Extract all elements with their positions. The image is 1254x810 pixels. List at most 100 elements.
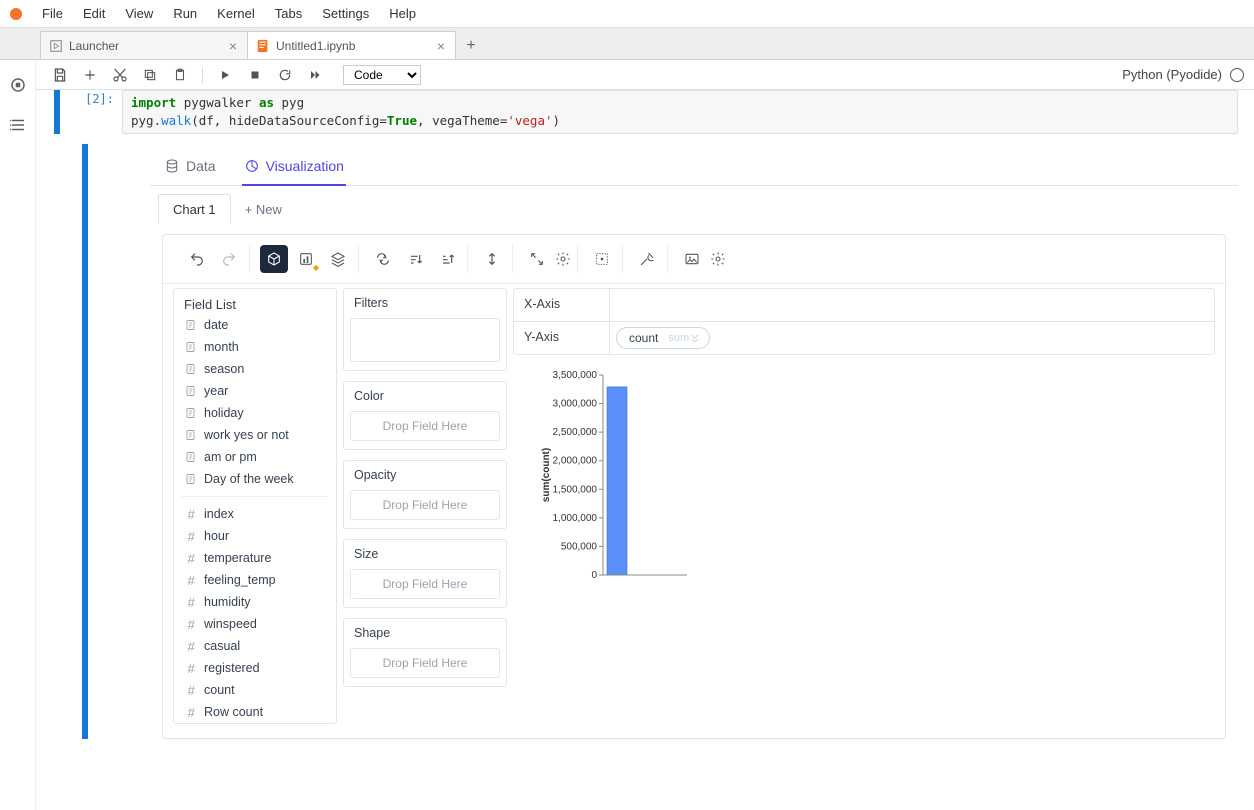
run-all-icon[interactable] <box>305 65 325 85</box>
field-label: month <box>204 340 239 354</box>
y-pill-label: count <box>629 331 658 345</box>
field-list-title: Field List <box>174 289 336 314</box>
opacity-shelf[interactable]: Opacity Drop Field Here <box>343 460 507 529</box>
kernel-name[interactable]: Python (Pyodide) <box>1122 67 1222 82</box>
field-date[interactable]: date <box>174 314 336 336</box>
jupyter-logo-icon <box>8 6 24 22</box>
field-count[interactable]: #count <box>174 679 336 701</box>
tab-data[interactable]: Data <box>162 152 218 186</box>
insert-above-icon[interactable] <box>1172 90 1186 91</box>
gear-icon[interactable] <box>555 245 571 273</box>
restart-icon[interactable] <box>275 65 295 85</box>
filters-shelf[interactable]: Filters <box>343 288 507 371</box>
move-down-icon[interactable] <box>1148 90 1162 91</box>
menu-run[interactable]: Run <box>163 2 207 25</box>
field-season[interactable]: season <box>174 358 336 380</box>
menu-view[interactable]: View <box>115 2 163 25</box>
quantitative-icon: # <box>184 617 198 631</box>
field-year[interactable]: year <box>174 380 336 402</box>
add-cell-icon[interactable] <box>80 65 100 85</box>
menu-edit[interactable]: Edit <box>73 2 115 25</box>
y-axis-drop[interactable]: count sum <box>610 322 1214 354</box>
y-axis-shelf[interactable]: Y-Axis count sum <box>513 322 1215 355</box>
paste-icon[interactable] <box>170 65 190 85</box>
undo-icon[interactable] <box>183 245 211 273</box>
redo-icon[interactable] <box>215 245 243 273</box>
debug-icon[interactable] <box>633 245 661 273</box>
cell-output: Data Visualization Chart 1 + New ◆ <box>82 144 1238 739</box>
field-label: winspeed <box>204 617 257 631</box>
coord-icon[interactable] <box>588 245 616 273</box>
save-icon[interactable] <box>50 65 70 85</box>
size-shelf[interactable]: Size Drop Field Here <box>343 539 507 608</box>
delete-cell-icon[interactable] <box>1218 90 1231 91</box>
run-icon[interactable] <box>215 65 235 85</box>
new-tab-button[interactable]: + <box>458 33 484 59</box>
toc-icon[interactable] <box>7 114 29 136</box>
menu-help[interactable]: Help <box>379 2 426 25</box>
transpose-icon[interactable] <box>369 245 397 273</box>
opacity-drop[interactable]: Drop Field Here <box>350 490 500 520</box>
tab-launcher[interactable]: Launcher × <box>40 31 248 59</box>
field-row-count[interactable]: #Row count <box>174 701 336 723</box>
filters-drop[interactable] <box>350 318 500 362</box>
tab-notebook[interactable]: Untitled1.ipynb × <box>248 31 456 59</box>
stack-icon[interactable] <box>324 245 352 273</box>
close-icon[interactable]: × <box>227 38 239 54</box>
code-editor[interactable]: import pygwalker as pygpyg.walk(df, hide… <box>122 90 1238 134</box>
field-registered[interactable]: #registered <box>174 657 336 679</box>
size-drop[interactable]: Drop Field Here <box>350 569 500 599</box>
field-winspeed[interactable]: # winspeed <box>174 613 336 635</box>
field-humidity[interactable]: #humidity <box>174 591 336 613</box>
y-axis-pill[interactable]: count sum <box>616 327 710 349</box>
y-pill-agg[interactable]: sum <box>668 332 699 344</box>
shape-drop[interactable]: Drop Field Here <box>350 648 500 678</box>
layout-icon[interactable] <box>523 245 551 273</box>
menu-settings[interactable]: Settings <box>312 2 379 25</box>
new-chart-button[interactable]: + New <box>235 196 292 223</box>
sort-desc-icon[interactable] <box>433 245 461 273</box>
encoding-shelves: Filters Color Drop Field Here Opacity Dr… <box>343 288 507 724</box>
running-icon[interactable] <box>7 74 29 96</box>
drop-hint: Drop Field Here <box>383 498 468 512</box>
color-shelf[interactable]: Color Drop Field Here <box>343 381 507 450</box>
field-month[interactable]: month <box>174 336 336 358</box>
export-gear-icon[interactable] <box>710 245 726 273</box>
aggregate-icon[interactable] <box>260 245 288 273</box>
nominal-icon <box>184 362 198 376</box>
color-drop[interactable]: Drop Field Here <box>350 411 500 441</box>
field-casual[interactable]: #casual <box>174 635 336 657</box>
sort-asc-icon[interactable] <box>401 245 429 273</box>
stop-icon[interactable] <box>245 65 265 85</box>
menu-tabs[interactable]: Tabs <box>265 2 312 25</box>
axis-resize-icon[interactable] <box>478 245 506 273</box>
field-feeling_temp[interactable]: #feeling_temp <box>174 569 336 591</box>
export-image-icon[interactable] <box>678 245 706 273</box>
kernel-status-icon[interactable] <box>1230 68 1244 82</box>
field-day-of-the-week[interactable]: Day of the week <box>174 468 336 490</box>
close-icon[interactable]: × <box>435 38 447 54</box>
y-pill-agg-text: sum <box>668 332 689 344</box>
cell-type-select[interactable]: Code <box>343 65 421 85</box>
duplicate-icon[interactable] <box>1100 90 1114 91</box>
menu-file[interactable]: File <box>32 2 73 25</box>
insert-below-icon[interactable] <box>1196 90 1208 91</box>
x-axis-shelf[interactable]: X-Axis <box>513 288 1215 322</box>
code-cell[interactable]: [2]: import pygwalker as pygpyg.walk(df,… <box>54 90 1238 134</box>
copy-icon[interactable] <box>140 65 160 85</box>
shape-shelf[interactable]: Shape Drop Field Here <box>343 618 507 687</box>
field-temperature[interactable]: #temperature <box>174 547 336 569</box>
field-holiday[interactable]: holiday <box>174 402 336 424</box>
move-up-icon[interactable] <box>1124 90 1138 91</box>
x-axis-drop[interactable] <box>610 289 1214 321</box>
field-label: humidity <box>204 595 251 609</box>
mark-type-icon[interactable]: ◆ <box>292 245 320 273</box>
field-am-or-pm[interactable]: am or pm <box>174 446 336 468</box>
tab-visualization[interactable]: Visualization <box>242 152 346 186</box>
chart-tab-1[interactable]: Chart 1 <box>158 194 231 224</box>
field-index[interactable]: #index <box>174 503 336 525</box>
menu-kernel[interactable]: Kernel <box>207 2 265 25</box>
field-hour[interactable]: #hour <box>174 525 336 547</box>
cut-icon[interactable] <box>110 65 130 85</box>
field-work-yes-or-not[interactable]: work yes or not <box>174 424 336 446</box>
